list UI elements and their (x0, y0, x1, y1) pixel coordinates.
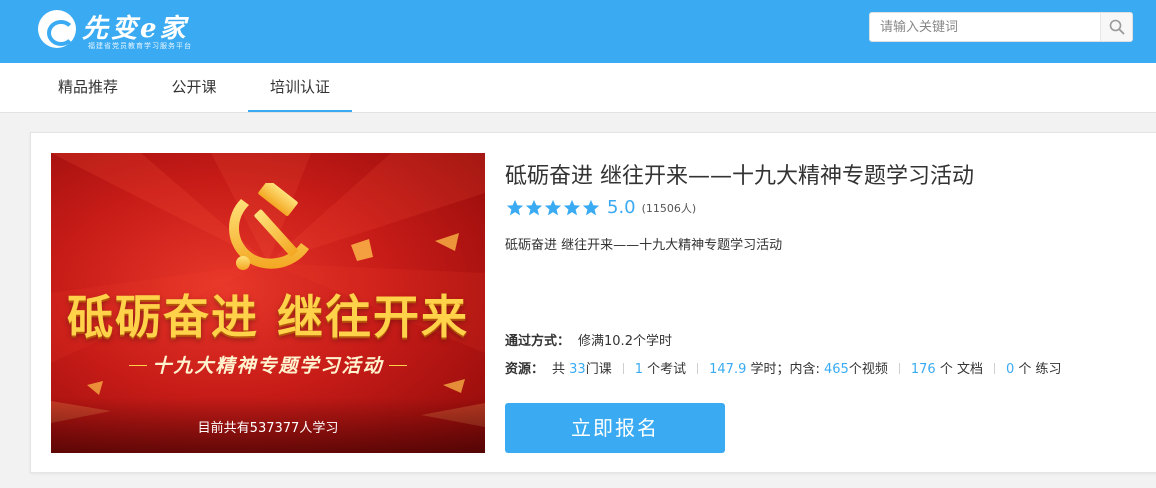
rating-stars (506, 198, 601, 218)
learner-suffix: 人学习 (299, 421, 339, 436)
star-icon (563, 200, 581, 216)
cover-subtitle: 十九大精神专题学习活动 (152, 355, 384, 377)
exercise-count: 0 (1005, 362, 1015, 377)
courses-prefix: 共 (552, 362, 570, 377)
learner-number: 537377 (249, 421, 300, 436)
logo-subtitle: 福建省党员教育学习服务平台 (88, 42, 192, 50)
course-cover-image[interactable]: 砥砺奋进 继往开来 十九大精神专题学习活动 目前共有537377人学习 (51, 153, 485, 453)
search-input[interactable] (870, 13, 1100, 41)
learner-count: 目前共有537377人学习 (51, 417, 485, 436)
star-icon (506, 200, 524, 216)
star-icon (582, 200, 600, 216)
learner-prefix: 目前共有 (197, 421, 250, 436)
site-logo[interactable]: 先变e家 福建省党员教育学习服务平台 (38, 8, 228, 54)
search-box (869, 12, 1133, 42)
divider (898, 363, 900, 374)
course-rating: 5.0 (11506人) (506, 197, 696, 219)
nav-tab-featured[interactable]: 精品推荐 (40, 63, 136, 112)
top-header: 先变e家 福建省党员教育学习服务平台 (0, 0, 1156, 63)
courses-suffix: 门课 (585, 362, 612, 377)
document-count: 176 (910, 362, 936, 377)
nav-tab-open-courses[interactable]: 公开课 (154, 63, 234, 112)
videos-suffix: 个视频 (848, 362, 888, 377)
search-icon (1109, 19, 1125, 35)
course-info: 砥砺奋进 继往开来——十九大精神专题学习活动 5.0 (11506人) 砥砺奋进 … (505, 153, 1125, 453)
main-nav: 精品推荐 公开课 培训认证 (0, 63, 1156, 113)
course-count: 33 (569, 362, 586, 377)
course-card: 砥砺奋进 继往开来 十九大精神专题学习活动 目前共有537377人学习 砥砺奋进… (30, 132, 1156, 473)
search-button[interactable] (1100, 13, 1132, 41)
logo-text: 先变e家 (82, 14, 189, 44)
pass-label: 通过方式： (505, 334, 571, 349)
docs-suffix: 个 文档 (935, 362, 983, 377)
exams-suffix: 个考试 (643, 362, 687, 377)
exercises-suffix: 个 练习 (1014, 362, 1062, 377)
hours-suffix: 学时； (746, 362, 790, 377)
pass-value: 修满10.2个学时 (578, 334, 672, 349)
enroll-button[interactable]: 立即报名 (505, 403, 725, 453)
divider (697, 363, 699, 374)
divider (622, 363, 624, 374)
video-count: 465 (824, 362, 849, 377)
cover-decoration-line (389, 365, 407, 366)
pass-requirement: 通过方式： 修满10.2个学时 (505, 330, 672, 349)
logo-mark-icon (38, 10, 76, 48)
resources-summary: 资源： 共 33门课 1 个考试 147.9 学时；内含: 465个视频 176 个 文… (505, 358, 1062, 377)
rating-score: 5.0 (607, 197, 636, 218)
nav-tab-training-certification[interactable]: 培训认证 (248, 63, 352, 112)
rating-count: (11506人) (641, 201, 697, 215)
divider (993, 363, 995, 374)
cover-title: 砥砺奋进 继往开来 (66, 290, 469, 344)
exam-count: 1 (634, 362, 643, 377)
includes-prefix: 内含: (789, 362, 825, 377)
hour-count: 147.9 (709, 362, 747, 377)
resources-label: 资源： (505, 362, 545, 377)
course-title[interactable]: 砥砺奋进 继往开来——十九大精神专题学习活动 (505, 158, 974, 190)
hammer-sickle-icon (229, 183, 309, 270)
course-description: 砥砺奋进 继往开来——十九大精神专题学习活动 (505, 238, 783, 253)
star-icon (544, 200, 562, 216)
star-icon (525, 200, 543, 216)
